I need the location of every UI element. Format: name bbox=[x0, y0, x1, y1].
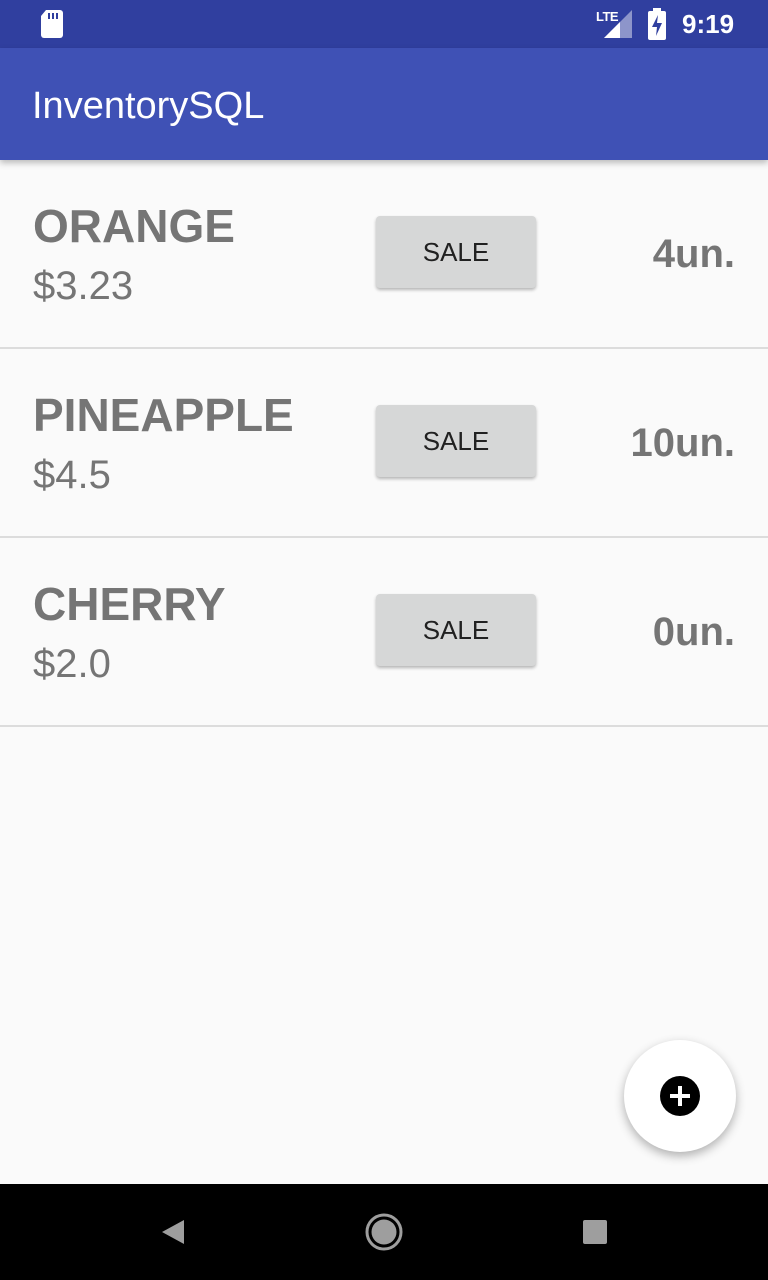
product-quantity: 4un. bbox=[652, 232, 735, 276]
product-name: PINEAPPLE bbox=[33, 389, 294, 441]
product-price: $2.0 bbox=[33, 642, 111, 686]
sale-button[interactable]: SALE bbox=[376, 405, 536, 477]
sale-button[interactable]: SALE bbox=[376, 594, 536, 666]
list-item[interactable]: ORANGE $3.23 SALE 4un. bbox=[0, 160, 768, 349]
product-quantity: 0un. bbox=[652, 610, 735, 654]
home-icon[interactable] bbox=[360, 1208, 408, 1256]
navigation-bar bbox=[0, 1184, 768, 1280]
product-price: $3.23 bbox=[33, 264, 134, 308]
clock: 9:19 bbox=[682, 9, 735, 39]
status-bar: LTE 9:19 bbox=[0, 0, 768, 48]
back-icon[interactable] bbox=[148, 1208, 196, 1256]
product-name: CHERRY bbox=[33, 578, 226, 630]
add-circle-icon bbox=[660, 1076, 700, 1116]
signal-icon bbox=[604, 10, 632, 38]
battery-charging-icon bbox=[648, 8, 666, 40]
sale-button[interactable]: SALE bbox=[376, 216, 536, 288]
product-list: ORANGE $3.23 SALE 4un. PINEAPPLE $4.5 SA… bbox=[0, 160, 768, 727]
app-title: InventorySQL bbox=[32, 85, 265, 127]
app-bar: InventorySQL bbox=[0, 48, 768, 160]
product-name: ORANGE bbox=[33, 200, 235, 252]
product-quantity: 10un. bbox=[630, 421, 735, 465]
recents-icon[interactable] bbox=[571, 1208, 619, 1256]
add-product-button[interactable] bbox=[624, 1040, 736, 1152]
list-item[interactable]: CHERRY $2.0 SALE 0un. bbox=[0, 538, 768, 727]
sd-card-icon bbox=[41, 10, 63, 38]
list-item[interactable]: PINEAPPLE $4.5 SALE 10un. bbox=[0, 349, 768, 538]
product-price: $4.5 bbox=[33, 453, 111, 497]
